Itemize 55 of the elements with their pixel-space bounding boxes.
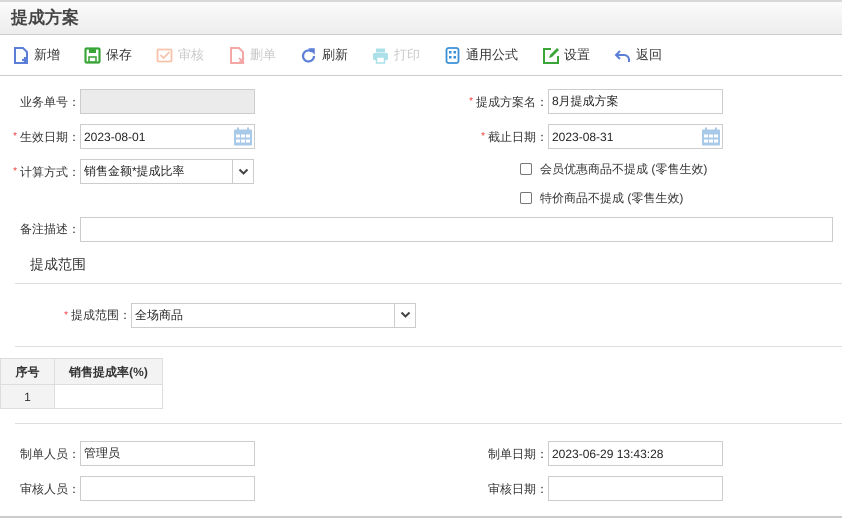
field-label: 生效日期： — [20, 128, 80, 146]
page-title: 提成方案 — [11, 7, 79, 30]
field-label: 提成方案名： — [476, 94, 548, 110]
text-field[interactable] — [80, 476, 255, 501]
calculator-icon — [444, 46, 461, 64]
date-field[interactable]: 2023-08-31 — [548, 124, 723, 149]
field-label: 业务单号： — [20, 94, 80, 110]
dropdown-button[interactable] — [394, 302, 416, 328]
field-label: 备注描述： — [20, 221, 80, 238]
text-field[interactable]: 8月提成方案 — [548, 89, 723, 114]
dropdown-field[interactable]: 全场商品 — [131, 302, 395, 328]
required-asterisk: * — [13, 165, 17, 179]
field-label: 提成范围： — [71, 307, 131, 324]
calendar-icon[interactable] — [701, 126, 721, 147]
printer-icon — [372, 46, 389, 64]
toolbar-button[interactable]: 刷新 — [296, 43, 352, 67]
field-label: 计算方式： — [20, 164, 80, 180]
column-header: 序号 — [0, 358, 54, 384]
required-asterisk: * — [469, 95, 473, 109]
checkbox-label: 特价商品不提成 (零售生效) — [540, 190, 684, 206]
edit-icon — [542, 46, 559, 64]
required-asterisk: * — [481, 130, 485, 144]
field-label: 审核日期： — [488, 480, 548, 498]
toolbar-button[interactable]: 保存 — [80, 43, 136, 67]
toolbar-button[interactable]: 返回 — [610, 43, 666, 67]
field-label: 制单人员： — [20, 446, 80, 462]
table-cell[interactable] — [54, 384, 162, 408]
toolbar-button[interactable]: 设置 — [538, 43, 594, 67]
checkbox[interactable] — [520, 162, 532, 174]
checkbox-label: 会员优惠商品不提成 (零售生效) — [540, 160, 708, 178]
required-asterisk: * — [13, 130, 17, 144]
required-asterisk: * — [64, 308, 68, 322]
text-field[interactable] — [548, 476, 723, 501]
checkbox[interactable] — [520, 192, 532, 204]
file-x-icon — [228, 46, 245, 64]
calendar-icon[interactable] — [233, 126, 253, 147]
section-title: 提成范围 — [30, 255, 86, 274]
field-label: 审核人员： — [20, 480, 80, 498]
dropdown-field[interactable]: 销售金额*提成比率 — [80, 159, 233, 184]
date-field[interactable]: 2023-08-01 — [80, 124, 255, 149]
dropdown-button[interactable] — [232, 159, 254, 184]
chevron-down-icon — [238, 168, 248, 176]
field-label: 截止日期： — [488, 128, 548, 146]
text-field[interactable]: 2023-06-29 13:43:28 — [548, 441, 723, 466]
refresh-icon — [300, 46, 317, 64]
remark-field[interactable] — [80, 216, 833, 242]
field-label: 制单日期： — [488, 446, 548, 462]
file-plus-icon — [12, 46, 29, 64]
checkbox-icon — [156, 46, 173, 64]
chevron-down-icon — [400, 311, 410, 319]
text-field[interactable]: 管理员 — [80, 441, 255, 466]
toolbar-button[interactable]: 新增 — [8, 43, 64, 67]
toolbar-button[interactable]: 通用公式 — [440, 43, 522, 67]
row-number: 1 — [0, 384, 54, 408]
column-header: 销售提成率(%) — [54, 358, 162, 384]
